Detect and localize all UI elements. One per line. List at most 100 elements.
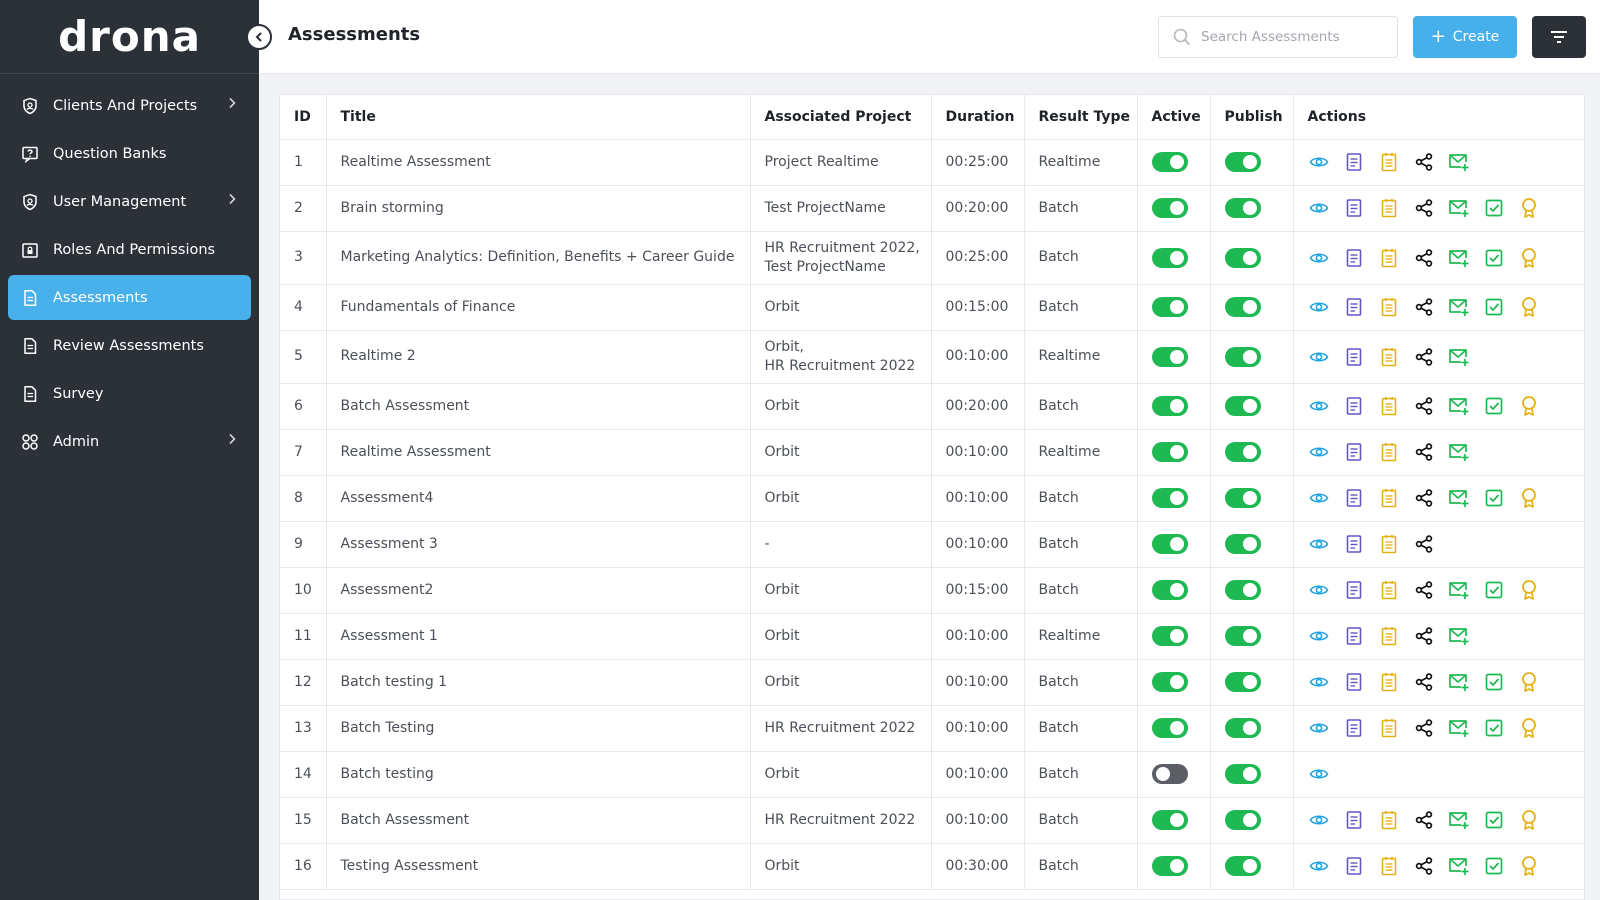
view-icon[interactable] (1308, 809, 1331, 832)
share-icon[interactable] (1413, 197, 1436, 220)
sidebar-item-clients-and-projects[interactable]: Clients And Projects (8, 83, 251, 128)
notes-icon[interactable] (1378, 809, 1401, 832)
active-toggle[interactable] (1151, 198, 1188, 218)
notes-icon[interactable] (1378, 625, 1401, 648)
view-icon[interactable] (1308, 395, 1331, 418)
document-icon[interactable] (1343, 671, 1366, 694)
check-square-icon[interactable] (1483, 395, 1506, 418)
notes-icon[interactable] (1378, 197, 1401, 220)
mail-plus-icon[interactable] (1448, 395, 1471, 418)
mail-plus-icon[interactable] (1448, 487, 1471, 510)
publish-toggle[interactable] (1224, 488, 1261, 508)
check-square-icon[interactable] (1483, 246, 1506, 269)
share-icon[interactable] (1413, 395, 1436, 418)
sidebar-item-survey[interactable]: Survey (8, 371, 251, 416)
table-row[interactable]: 12 Batch testing 1 Orbit 00:10:00 Batch (280, 659, 1584, 706)
column-header-project[interactable]: Associated Project (750, 95, 932, 140)
document-icon[interactable] (1343, 296, 1366, 319)
active-toggle[interactable] (1151, 442, 1188, 462)
sidebar-item-admin[interactable]: Admin (8, 419, 251, 464)
share-icon[interactable] (1413, 671, 1436, 694)
award-icon[interactable] (1518, 296, 1541, 319)
mail-plus-icon[interactable] (1448, 246, 1471, 269)
publish-toggle[interactable] (1224, 718, 1261, 738)
document-icon[interactable] (1343, 533, 1366, 556)
notes-icon[interactable] (1378, 441, 1401, 464)
publish-toggle[interactable] (1224, 247, 1261, 268)
award-icon[interactable] (1518, 487, 1541, 510)
active-toggle[interactable] (1151, 488, 1188, 508)
publish-toggle[interactable] (1224, 198, 1261, 218)
view-icon[interactable] (1308, 345, 1331, 368)
publish-toggle[interactable] (1224, 534, 1261, 554)
filter-button[interactable] (1532, 16, 1586, 58)
document-icon[interactable] (1343, 717, 1366, 740)
sidebar-item-user-management[interactable]: User Management (8, 179, 251, 224)
document-icon[interactable] (1343, 246, 1366, 269)
table-row[interactable]: 13 Batch Testing HR Recruitment 2022 00:10:… (280, 705, 1584, 752)
search-input[interactable] (1201, 29, 1381, 45)
notes-icon[interactable] (1378, 395, 1401, 418)
check-square-icon[interactable] (1483, 296, 1506, 319)
table-row[interactable]: 5 Realtime 2 Orbit, HR Recruitment 2022 00:1… (280, 330, 1584, 384)
award-icon[interactable] (1518, 395, 1541, 418)
column-header-active[interactable]: Active (1137, 95, 1211, 140)
document-icon[interactable] (1343, 395, 1366, 418)
publish-toggle[interactable] (1224, 442, 1261, 462)
share-icon[interactable] (1413, 151, 1436, 174)
publish-toggle[interactable] (1224, 626, 1261, 646)
column-header-publish[interactable]: Publish (1210, 95, 1294, 140)
mail-plus-icon[interactable] (1448, 717, 1471, 740)
publish-toggle[interactable] (1224, 152, 1261, 172)
active-toggle[interactable] (1151, 247, 1188, 268)
share-icon[interactable] (1413, 809, 1436, 832)
mail-plus-icon[interactable] (1448, 855, 1471, 878)
document-icon[interactable] (1343, 487, 1366, 510)
sidebar-item-assessments[interactable]: Assessments (8, 275, 251, 320)
award-icon[interactable] (1518, 246, 1541, 269)
award-icon[interactable] (1518, 197, 1541, 220)
mail-plus-icon[interactable] (1448, 197, 1471, 220)
document-icon[interactable] (1343, 345, 1366, 368)
sidebar-item-question-banks[interactable]: Question Banks (8, 131, 251, 176)
share-icon[interactable] (1413, 296, 1436, 319)
table-row[interactable]: 4 Fundamentals of Finance Orbit 00:15:00 Bat… (280, 284, 1584, 331)
award-icon[interactable] (1518, 671, 1541, 694)
notes-icon[interactable] (1378, 246, 1401, 269)
document-icon[interactable] (1343, 151, 1366, 174)
document-icon[interactable] (1343, 441, 1366, 464)
active-toggle[interactable] (1151, 396, 1188, 416)
mail-plus-icon[interactable] (1448, 151, 1471, 174)
award-icon[interactable] (1518, 717, 1541, 740)
view-icon[interactable] (1308, 441, 1331, 464)
mail-plus-icon[interactable] (1448, 441, 1471, 464)
notes-icon[interactable] (1378, 151, 1401, 174)
active-toggle[interactable] (1151, 626, 1188, 646)
view-icon[interactable] (1308, 671, 1331, 694)
active-toggle[interactable] (1151, 856, 1188, 876)
mail-plus-icon[interactable] (1448, 345, 1471, 368)
publish-toggle[interactable] (1224, 396, 1261, 416)
view-icon[interactable] (1308, 533, 1331, 556)
check-square-icon[interactable] (1483, 579, 1506, 602)
publish-toggle[interactable] (1224, 297, 1261, 317)
check-square-icon[interactable] (1483, 197, 1506, 220)
active-toggle[interactable] (1151, 764, 1188, 784)
view-icon[interactable] (1308, 855, 1331, 878)
sidebar-item-review-assessments[interactable]: Review Assessments (8, 323, 251, 368)
table-row[interactable]: 6 Batch Assessment Orbit 00:20:00 Batch (280, 383, 1584, 430)
publish-toggle[interactable] (1224, 764, 1261, 784)
mail-plus-icon[interactable] (1448, 671, 1471, 694)
mail-plus-icon[interactable] (1448, 809, 1471, 832)
active-toggle[interactable] (1151, 534, 1188, 554)
create-button[interactable]: + Create (1413, 16, 1517, 58)
active-toggle[interactable] (1151, 152, 1188, 172)
notes-icon[interactable] (1378, 487, 1401, 510)
table-row[interactable]: 2 Brain storming Test ProjectName 00:20:00 B… (280, 185, 1584, 232)
search-box[interactable] (1158, 16, 1398, 58)
view-icon[interactable] (1308, 197, 1331, 220)
table-row[interactable]: 15 Batch Assessment HR Recruitment 2022 00:… (280, 797, 1584, 844)
table-row[interactable]: 9 Assessment 3- 00:10:00 Batch (280, 521, 1584, 568)
view-icon[interactable] (1308, 151, 1331, 174)
column-header-result-type[interactable]: Result Type (1024, 95, 1138, 140)
